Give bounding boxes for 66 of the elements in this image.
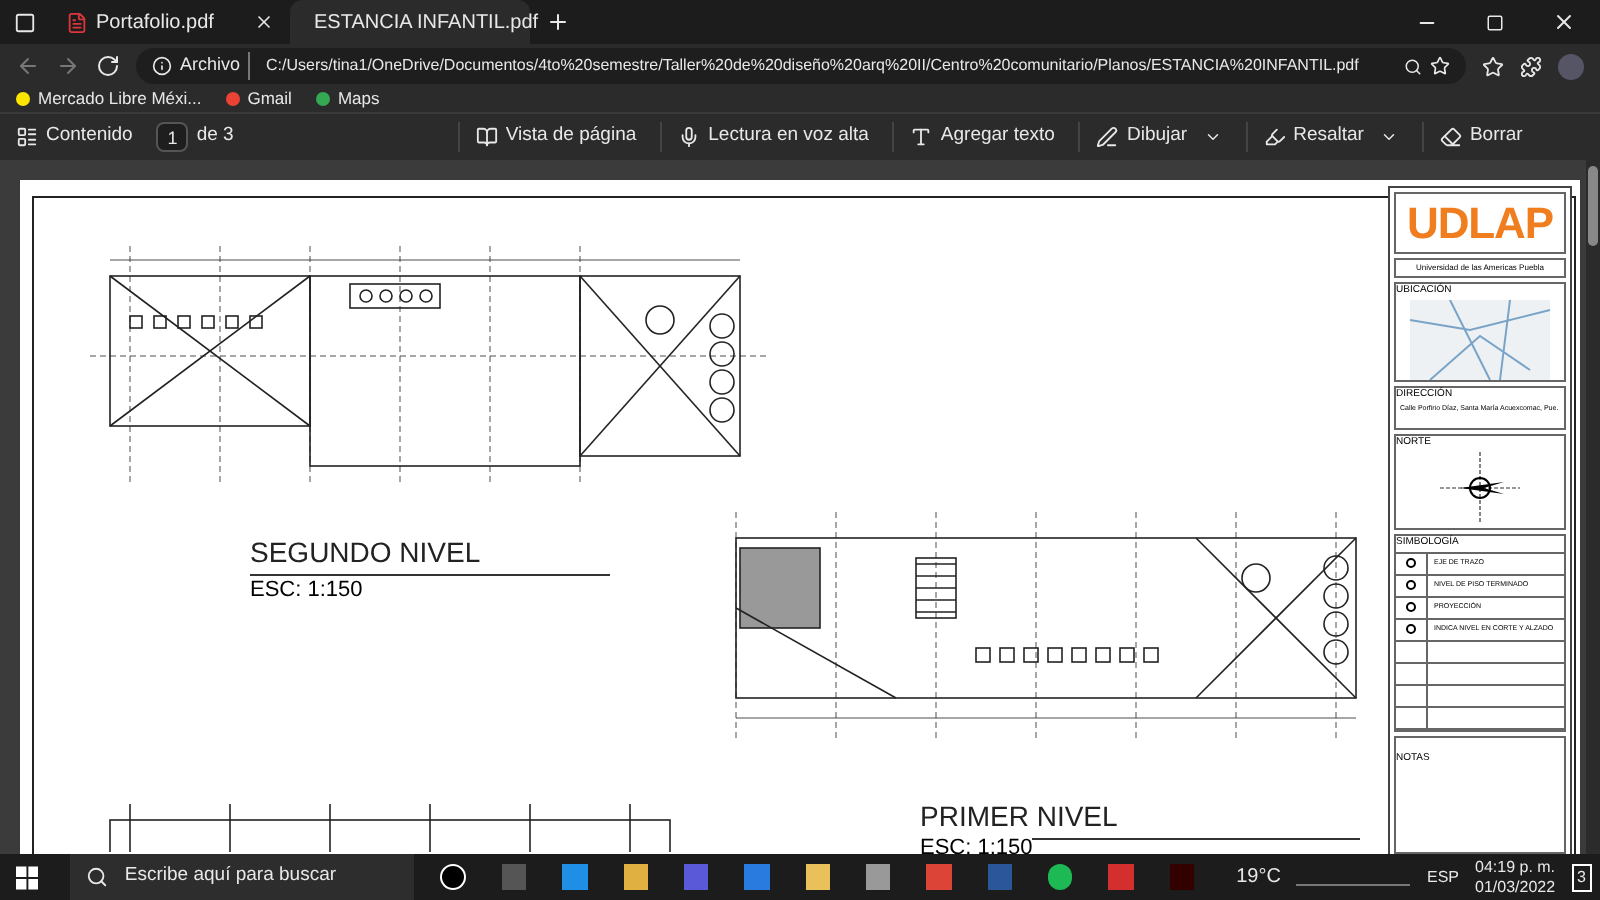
language-text[interactable]: ESP bbox=[1426, 865, 1459, 889]
bookmark-link[interactable]: Mercado Libre Méxi... bbox=[16, 86, 202, 112]
windows-start-icon[interactable] bbox=[16, 865, 39, 889]
plan-scale: ESC: 1:150 bbox=[920, 832, 1033, 854]
toolbar-button[interactable]: Lectura en voz alta bbox=[660, 122, 869, 152]
toolbar-button[interactable]: Dibujar bbox=[1078, 122, 1222, 152]
taskbar-app-icon[interactable] bbox=[440, 864, 466, 890]
scrollbar[interactable] bbox=[1586, 160, 1600, 854]
tool-icon bbox=[1096, 126, 1119, 148]
toolbar-button[interactable]: Vista de página bbox=[457, 122, 637, 152]
taskbar-app-icon[interactable] bbox=[805, 864, 830, 890]
taskbar-app-icon[interactable] bbox=[865, 864, 891, 890]
toolbar-button[interactable]: Borrar bbox=[1421, 122, 1523, 152]
logo-text: UDLAP bbox=[1406, 196, 1554, 252]
tool-icon bbox=[1439, 126, 1462, 148]
address-bar[interactable]: Archivo C:/Users/tina1/OneDrive/Documentos/4to%20semestre/Taller%20de%20diseño%20arq%20II/Centro%20comunitario/Planos/ESTANCIA%20INFANTIL.pdf bbox=[136, 48, 1466, 84]
close-icon[interactable] bbox=[254, 12, 274, 32]
bookmark-favicon bbox=[315, 92, 330, 106]
tool-icon bbox=[678, 126, 701, 148]
contents-button[interactable]: Contenido bbox=[16, 122, 133, 152]
clock-date[interactable]: 01/03/2022 bbox=[1475, 877, 1556, 897]
plan-title: PRIMER NIVEL bbox=[920, 798, 1120, 836]
bookmark-favicon bbox=[225, 92, 240, 106]
clock-time[interactable]: 04:19 p. m. bbox=[1475, 857, 1556, 877]
caret-icon bbox=[1379, 128, 1398, 146]
tab-actions-icon[interactable] bbox=[14, 11, 36, 33]
bookmark-favicon bbox=[16, 92, 30, 106]
notification-badge[interactable]: 3 bbox=[1571, 863, 1592, 891]
plan-scale: ESC: 1:150 bbox=[250, 576, 363, 606]
browser-tab[interactable]: Portafolio.pdf bbox=[50, 0, 290, 44]
tool-icon bbox=[910, 126, 933, 148]
symbol-icon bbox=[1406, 580, 1416, 590]
extensions-icon[interactable] bbox=[1520, 55, 1542, 77]
maximize-icon[interactable] bbox=[1486, 13, 1504, 31]
bookmark-link[interactable]: Gmail bbox=[225, 86, 292, 112]
new-tab-icon[interactable] bbox=[546, 10, 570, 34]
symbol-icon bbox=[1406, 602, 1416, 612]
info-icon bbox=[152, 56, 172, 76]
close-icon[interactable] bbox=[1552, 10, 1576, 34]
page-count: de 3 bbox=[196, 122, 234, 151]
bookmark-link[interactable]: Maps bbox=[315, 86, 380, 112]
reload-icon[interactable] bbox=[96, 54, 120, 78]
forward-icon[interactable] bbox=[56, 54, 80, 78]
page-number-field[interactable]: 1 bbox=[156, 122, 189, 152]
plan-title: SEGUNDO NIVEL bbox=[250, 534, 483, 572]
search-icon bbox=[86, 866, 109, 888]
list-icon bbox=[16, 126, 38, 148]
back-icon[interactable] bbox=[16, 54, 40, 78]
symbol-icon bbox=[1406, 558, 1416, 568]
toolbar-button[interactable]: Agregar texto bbox=[892, 122, 1055, 152]
taskbar-app-icon[interactable] bbox=[623, 864, 648, 890]
url-text: C:/Users/tina1/OneDrive/Documentos/4to%20semestre/Taller%20de%20diseño%20arq%20II/Centro%20comunitario/Planos/ESTANCIA%20INFANTIL.pdf bbox=[266, 54, 1359, 78]
tool-icon bbox=[475, 126, 498, 148]
scheme-label: Archivo bbox=[180, 52, 251, 80]
zoom-icon[interactable] bbox=[1404, 57, 1422, 75]
toolbar-button[interactable]: Resaltar bbox=[1245, 122, 1398, 152]
favorite-icon[interactable] bbox=[1430, 56, 1450, 76]
caret-icon bbox=[1203, 128, 1222, 146]
taskbar-app-icon[interactable] bbox=[1048, 864, 1073, 890]
pdf-icon bbox=[66, 11, 88, 33]
symbol-icon bbox=[1406, 624, 1416, 634]
tool-icon bbox=[1263, 126, 1286, 148]
north-arrow-drawing bbox=[1440, 451, 1520, 523]
weather-text[interactable]: 19°C bbox=[1236, 862, 1281, 892]
taskbar-search-field[interactable]: Escribe aquí para buscar bbox=[70, 854, 415, 900]
favorites-icon[interactable] bbox=[1482, 55, 1504, 77]
